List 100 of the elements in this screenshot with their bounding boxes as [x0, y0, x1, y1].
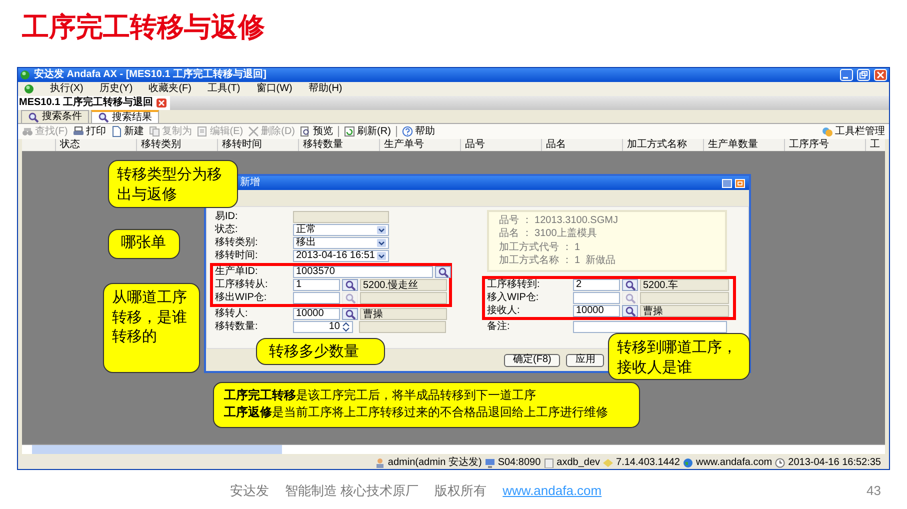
field-label: 工序移转到:: [487, 279, 541, 291]
input-field[interactable]: [293, 211, 389, 223]
footer-text: 智能制造 核心技术原厂: [285, 483, 419, 499]
document-tab[interactable]: MES10.1 工序完工转移与退回: [18, 96, 170, 110]
menu-item[interactable]: 工具(T): [207, 83, 240, 95]
status-text: S04:8090: [498, 456, 541, 468]
caret-icon: [377, 252, 386, 260]
footer-text: 安达发: [230, 483, 269, 499]
input-field[interactable]: [573, 321, 727, 333]
field-label: 接收人:: [487, 305, 521, 317]
horizontal-scrollbar[interactable]: [22, 444, 885, 454]
field-label: 工序移转从:: [215, 279, 269, 291]
lookup-button[interactable]: [342, 308, 358, 320]
tab[interactable]: 搜索条件: [21, 110, 89, 123]
dropdown[interactable]: 2013-04-16 16:51: [293, 250, 389, 262]
user-icon: [374, 458, 385, 468]
input-field[interactable]: 10000: [293, 308, 340, 320]
dialog-title: 新增: [240, 177, 261, 189]
field-label: 移转类别:: [215, 237, 259, 249]
field-label: 移转时间:: [215, 250, 259, 262]
clock-icon: [775, 458, 786, 468]
status-text: 7.14.403.1442: [616, 456, 680, 468]
close-icon[interactable]: [735, 178, 745, 188]
search-icon: [98, 112, 109, 123]
cross-icon: [248, 126, 260, 137]
column-header[interactable]: 移转类别: [136, 139, 217, 151]
input-field[interactable]: [293, 292, 340, 304]
input-field[interactable]: 1003570: [293, 266, 433, 278]
note-text: 工序返修是当前工序将上工序转移过来的不合格品退回给上工序进行维修: [224, 404, 609, 422]
field-label: 移出WIP仓:: [215, 292, 268, 304]
lookup-button[interactable]: [435, 266, 451, 278]
field-label: 易ID:: [215, 211, 239, 223]
lookup-button[interactable]: [622, 305, 638, 317]
minimize-icon[interactable]: [840, 69, 853, 81]
menu-item[interactable]: 历史(Y): [99, 83, 133, 95]
column-header[interactable]: 品号: [460, 139, 541, 151]
column-header[interactable]: 状态: [55, 139, 136, 151]
lookup-button[interactable]: [342, 279, 358, 291]
toolbar-button[interactable]: 帮助: [402, 126, 435, 137]
close-icon[interactable]: [874, 69, 887, 81]
number-field[interactable]: 10: [293, 321, 353, 333]
search-icon: [624, 292, 636, 304]
maximize-icon[interactable]: [722, 178, 732, 188]
dropdown[interactable]: 移出: [293, 237, 389, 249]
status-text: 2013-04-16 16:52:35: [788, 456, 881, 468]
search-icon: [624, 280, 636, 290]
field-label: 移入WIP仓:: [487, 292, 540, 304]
spinner-icon: [342, 322, 350, 332]
field-label: 生产单ID:: [215, 266, 259, 278]
menu-item[interactable]: 执行(X): [50, 83, 84, 95]
menu-item[interactable]: 帮助(H): [308, 83, 342, 95]
toolbar-button[interactable]: 新建: [110, 126, 144, 137]
status-text: axdb_dev: [556, 456, 600, 468]
binoculars-icon: [22, 126, 33, 137]
restore-icon[interactable]: [857, 69, 870, 81]
search-icon: [344, 292, 356, 304]
menu-item[interactable]: 收藏夹(F): [148, 83, 192, 95]
status-text: admin(admin 安达发): [388, 456, 482, 468]
field-label: 状态:: [215, 224, 239, 236]
info-text: 品号 ： 12013.3100.SGMJ: [499, 215, 619, 227]
gear-icon: [822, 126, 833, 137]
footer-text: 版权所有: [434, 483, 487, 499]
callout: 哪张单: [108, 229, 180, 259]
description-field: 5200.车: [640, 279, 729, 291]
input-field[interactable]: [573, 292, 620, 304]
toolbar-button[interactable]: 预览: [300, 126, 334, 137]
column-header[interactable]: 工: [865, 139, 882, 151]
description-field: 5200.慢走丝: [360, 279, 447, 291]
toolbar-button[interactable]: 工具栏管理: [822, 126, 885, 137]
note-text: 工序完工转移是该工序完工后，将半成品转移到下一道工序: [224, 387, 537, 404]
callout: 从哪道工序转移，是谁转移的: [103, 283, 200, 373]
dialog-button[interactable]: 应用: [566, 354, 604, 366]
caret-icon: [377, 239, 386, 247]
info-text: 加工方式名称 ： 1 新做品: [499, 254, 617, 267]
description-field: 曹操: [640, 305, 729, 317]
column-header[interactable]: 品名: [541, 139, 622, 151]
field-label: 移转人:: [215, 308, 249, 320]
ball-icon: [24, 84, 34, 94]
tab[interactable]: 搜索结果: [91, 110, 159, 123]
monitor-icon: [484, 458, 495, 468]
input-field[interactable]: 2: [573, 279, 620, 291]
column-header[interactable]: 移转数量: [298, 139, 379, 151]
toolbar-button[interactable]: 刷新(R): [344, 126, 391, 137]
globe-icon: [682, 458, 693, 468]
menu-item[interactable]: 窗口(W): [256, 83, 292, 95]
search-icon: [624, 306, 636, 316]
toolbar-button[interactable]: 打印: [72, 126, 106, 137]
search-icon: [344, 280, 356, 290]
column-header[interactable]: 移转时间: [217, 139, 298, 151]
copy-icon: [148, 126, 160, 137]
close-icon[interactable]: [156, 98, 167, 108]
input-field[interactable]: 10000: [573, 305, 620, 317]
caret-icon: [377, 226, 386, 234]
lookup-button[interactable]: [622, 279, 638, 291]
info-text: 品名 ： 3100上盖模具: [499, 228, 598, 240]
input-field[interactable]: 1: [293, 279, 340, 291]
dropdown[interactable]: 正常: [293, 224, 389, 236]
search-icon: [344, 308, 356, 320]
search-icon: [28, 112, 39, 122]
dialog-button[interactable]: 确定(F8): [504, 354, 560, 366]
